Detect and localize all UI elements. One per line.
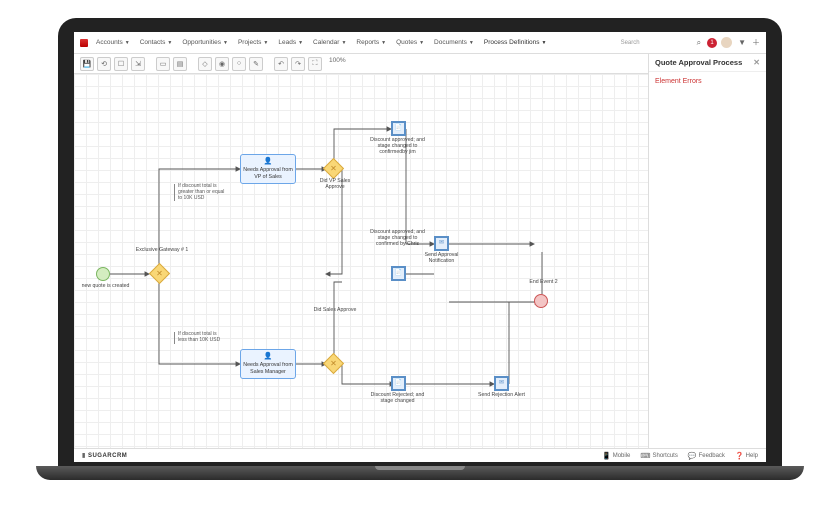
- footer-help[interactable]: ❓Help: [735, 452, 758, 460]
- chat-icon: 💬: [688, 452, 697, 460]
- search-icon[interactable]: ⌕: [697, 38, 701, 48]
- footer-bar: ▮ SUGARCRM 📱Mobile ⌨Shortcuts 💬Feedback …: [74, 448, 766, 462]
- event-discount-approved-mgr[interactable]: 📄: [391, 266, 406, 281]
- task-vp-approval[interactable]: 👤 Needs Approval from VP of Sales: [240, 154, 296, 184]
- event-top-label: Discount approved; and stage changed to …: [370, 138, 425, 156]
- tool-event-2[interactable]: ○: [232, 57, 246, 71]
- start-event-label: new quote is created: [78, 284, 133, 290]
- send-rejection-label: Send Rejection Alert: [474, 393, 529, 399]
- gateway-1[interactable]: ✕: [149, 263, 170, 284]
- task-mgr-approval[interactable]: 👤 Needs Approval from Sales Manager: [240, 349, 296, 379]
- annotation-bottom: If discount total is less than 10K USD: [174, 332, 226, 344]
- mobile-icon: 📱: [602, 452, 611, 460]
- tool-gateway[interactable]: ◇: [198, 57, 212, 71]
- nav-contacts[interactable]: Contacts▼: [140, 39, 173, 46]
- help-icon: ❓: [735, 452, 744, 460]
- nav-accounts[interactable]: Accounts▼: [96, 39, 130, 46]
- nav-opportunities[interactable]: Opportunities▼: [182, 39, 228, 46]
- properties-panel: Quote Approval Process ✕ Element Errors: [648, 54, 766, 448]
- tool-undo[interactable]: ↶: [274, 57, 288, 71]
- gateway-3-label: Did Sales Approve: [310, 308, 360, 314]
- event-discount-rejected[interactable]: 📄: [391, 376, 406, 391]
- tool-zoom-fit[interactable]: ⛶: [308, 57, 322, 71]
- start-event[interactable]: [96, 267, 110, 281]
- add-icon[interactable]: ＋: [752, 37, 760, 48]
- event-bot-label: Discount Rejected; and stage changed: [370, 393, 425, 405]
- nav-documents[interactable]: Documents▼: [434, 39, 474, 46]
- nav-quotes[interactable]: Quotes▼: [396, 39, 424, 46]
- nav-projects[interactable]: Projects▼: [238, 39, 268, 46]
- nav-reports[interactable]: Reports▼: [356, 39, 386, 46]
- tool-box[interactable]: ☐: [114, 57, 128, 71]
- gateway-1-label: Exclusive Gateway # 1: [132, 248, 192, 254]
- user-task-icon: 👤: [264, 353, 273, 361]
- footer-feedback[interactable]: 💬Feedback: [688, 452, 725, 460]
- tool-task[interactable]: ▭: [156, 57, 170, 71]
- end-event-label: End Event 2: [516, 280, 571, 286]
- zoom-level: 100%: [329, 57, 346, 71]
- event-send-rejection[interactable]: ✉: [494, 376, 509, 391]
- tool-export[interactable]: ⇲: [131, 57, 145, 71]
- annotation-top: If discount total is greater than or equ…: [174, 184, 226, 201]
- event-send-approval[interactable]: ✉: [434, 236, 449, 251]
- event-discount-approved-vp[interactable]: 📄: [391, 121, 406, 136]
- user-avatar[interactable]: [721, 37, 732, 48]
- tool-save[interactable]: 💾: [80, 57, 94, 71]
- nav-process-definitions[interactable]: Process Definitions▼: [484, 39, 547, 46]
- end-event[interactable]: [534, 294, 548, 308]
- tool-refresh[interactable]: ⟲: [97, 57, 111, 71]
- nav-calendar[interactable]: Calendar▼: [313, 39, 346, 46]
- user-menu-caret[interactable]: ▼: [738, 38, 746, 47]
- footer-mobile[interactable]: 📱Mobile: [602, 452, 630, 460]
- send-approval-label: Send Approval Notification: [414, 253, 469, 265]
- close-panel-icon[interactable]: ✕: [753, 58, 760, 67]
- tool-annotation[interactable]: ✎: [249, 57, 263, 71]
- tool-subprocess[interactable]: ▤: [173, 57, 187, 71]
- panel-title: Quote Approval Process: [655, 58, 742, 67]
- keyboard-icon: ⌨: [640, 452, 650, 460]
- app-logo: [80, 39, 88, 47]
- footer-brand: ▮ SUGARCRM: [82, 452, 127, 459]
- search-input[interactable]: Search: [621, 40, 691, 46]
- gateway-2-label: Did VP Sales Approve: [310, 179, 360, 191]
- footer-shortcuts[interactable]: ⌨Shortcuts: [640, 452, 677, 460]
- tool-event-1[interactable]: ◉: [215, 57, 229, 71]
- bpmn-canvas[interactable]: new quote is created ✕ Exclusive Gateway…: [74, 74, 648, 448]
- tool-redo[interactable]: ↷: [291, 57, 305, 71]
- gateway-vp-approve[interactable]: ✕: [323, 158, 344, 179]
- notification-badge[interactable]: 1: [707, 38, 717, 48]
- event-mid-label: Discount approved; and stage changed to …: [370, 230, 425, 248]
- element-errors-heading[interactable]: Element Errors: [649, 72, 766, 91]
- nav-leads[interactable]: Leads▼: [278, 39, 303, 46]
- top-nav: Accounts▼ Contacts▼ Opportunities▼ Proje…: [74, 32, 766, 54]
- user-task-icon: 👤: [264, 158, 273, 166]
- gateway-sales-approve[interactable]: ✕: [323, 353, 344, 374]
